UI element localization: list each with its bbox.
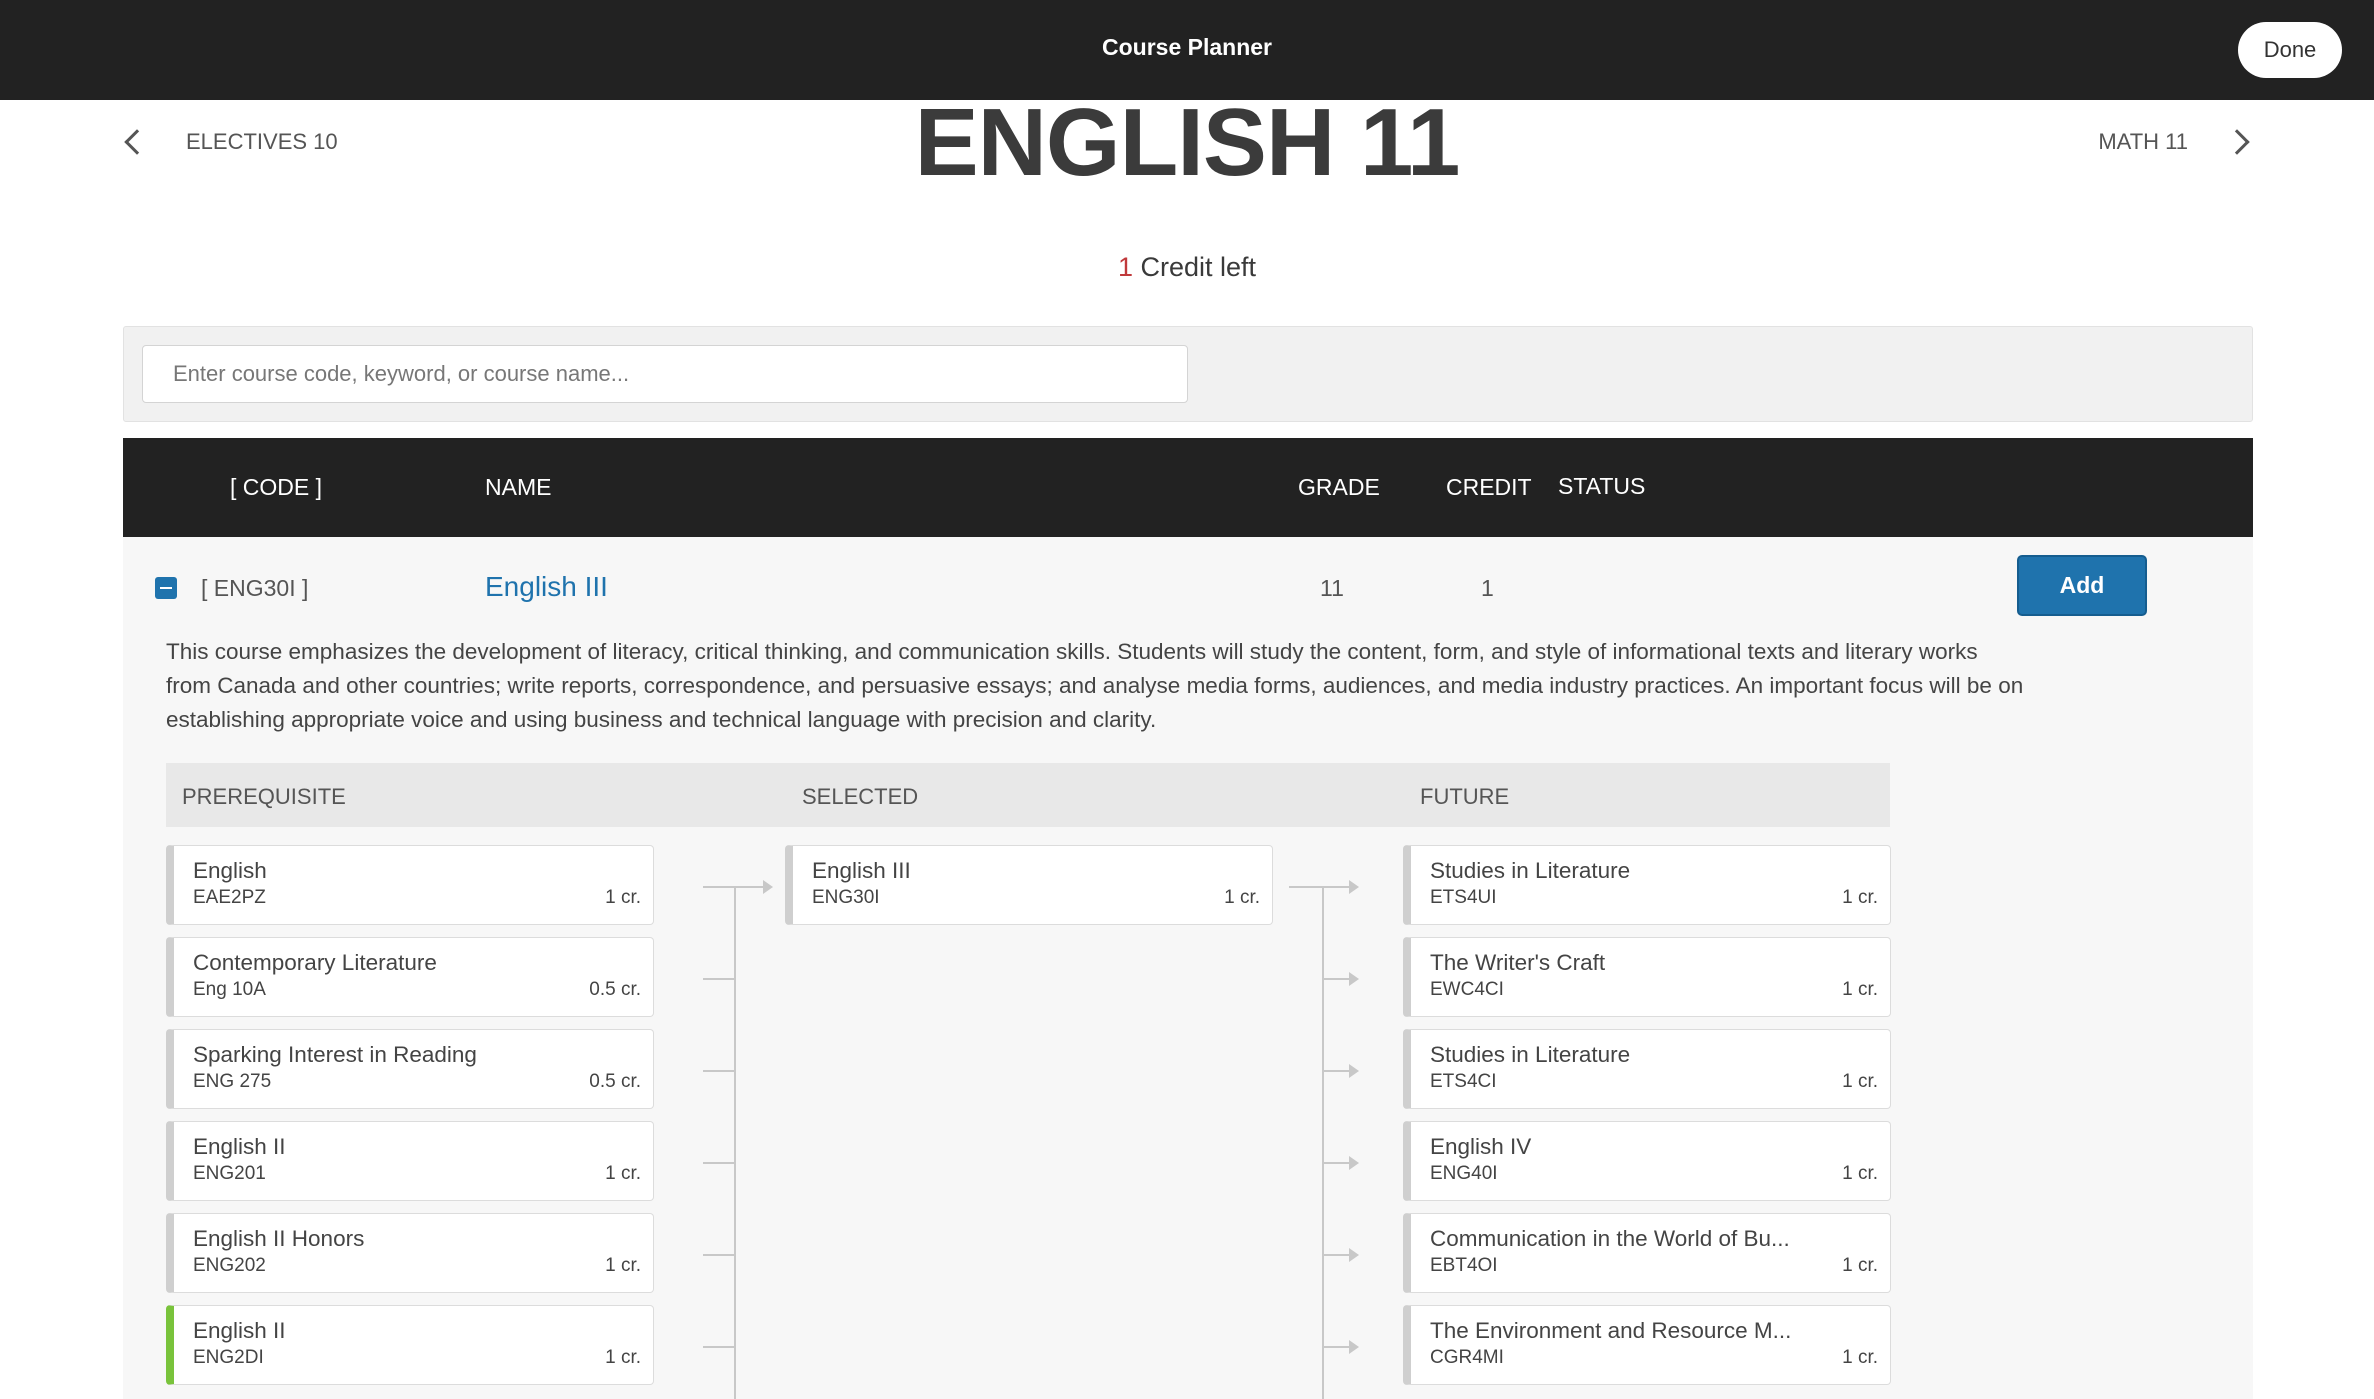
- course-card-name: Studies in Literature: [1430, 858, 1631, 883]
- course-card-credit: 1 cr.: [1842, 979, 1878, 1000]
- course-card-code: ENG2DI: [193, 1347, 264, 1368]
- course-card-credit: 1 cr.: [605, 1255, 641, 1276]
- course-card-credit: 1 cr.: [605, 1347, 641, 1368]
- column-header-code[interactable]: [ CODE ]: [230, 474, 322, 501]
- column-header-credit[interactable]: CREDIT: [1446, 474, 1532, 501]
- course-card[interactable]: The Writer's Craft EWC4CI 1 cr.: [1403, 937, 1891, 1017]
- course-card-code: EWC4CI: [1430, 979, 1504, 1000]
- table-header: [ CODE ] NAME GRADE CREDIT STATUS: [123, 438, 2253, 537]
- course-card[interactable]: Studies in Literature ETS4CI 1 cr.: [1403, 1029, 1891, 1109]
- arrow-icon: [1349, 1064, 1359, 1078]
- course-card-credit: 1 cr.: [605, 887, 641, 908]
- credits-count: 1: [1117, 252, 1133, 282]
- course-card-code: CGR4MI: [1430, 1347, 1504, 1368]
- course-card-credit: 1 cr.: [1842, 1163, 1878, 1184]
- course-search-input[interactable]: [142, 345, 1188, 403]
- page-title: ENGLISH 11: [914, 89, 1461, 196]
- top-bar: Course Planner Done: [0, 0, 2374, 100]
- course-card-name: Sparking Interest in Reading: [193, 1042, 477, 1067]
- course-card[interactable]: The Environment and Resource M... CGR4MI 1…: [1403, 1305, 1891, 1385]
- arrow-icon: [1349, 880, 1359, 894]
- course-card-credit: 1 cr.: [1842, 1347, 1878, 1368]
- course-card-code: ETS4UI: [1430, 887, 1497, 908]
- course-card-credit: 1 cr.: [1842, 1071, 1878, 1092]
- course-card[interactable]: Studies in Literature ETS4UI 1 cr.: [1403, 845, 1891, 925]
- column-header-status[interactable]: STATUS: [1558, 473, 1645, 500]
- course-card-name: Studies in Literature: [1430, 1042, 1631, 1067]
- next-subject-label: MATH 11: [2098, 129, 2188, 154]
- course-card-credit: 0.5 cr.: [589, 1071, 641, 1092]
- course-card-credit: 0.5 cr.: [589, 979, 641, 1000]
- column-header-name[interactable]: NAME: [485, 474, 551, 501]
- course-card[interactable]: English II Honors ENG202 1 cr.: [166, 1213, 654, 1293]
- course-card-code: EBT4OI: [1430, 1255, 1498, 1276]
- course-card-code: EAE2PZ: [193, 887, 266, 908]
- search-panel: [123, 326, 2253, 422]
- course-card-credit: 1 cr.: [605, 1163, 641, 1184]
- course-card-name: The Writer's Craft: [1430, 950, 1606, 975]
- course-card-name: Communication in the World of Bu...: [1430, 1226, 1790, 1251]
- course-card-name: English II: [193, 1318, 286, 1343]
- course-card-name: English: [193, 858, 267, 883]
- course-card[interactable]: Contemporary Literature Eng 10A 0.5 cr.: [166, 937, 654, 1017]
- arrow-icon: [1349, 972, 1359, 986]
- arrow-icon: [1349, 1340, 1359, 1354]
- course-card[interactable]: English II ENG201 1 cr.: [166, 1121, 654, 1201]
- course-card-code: ENG 275: [193, 1071, 272, 1092]
- next-subject-link[interactable]: MATH 11: [2098, 122, 2254, 162]
- course-card-code: ENG202: [193, 1255, 266, 1276]
- course-card-credit: 1 cr.: [1842, 1255, 1878, 1276]
- course-card-code: ETS4CI: [1430, 1071, 1497, 1092]
- app-title: Course Planner: [1102, 34, 1272, 60]
- course-card[interactable]: English III ENG30I 1 cr.: [785, 845, 1273, 925]
- course-card-code: ENG30I: [812, 887, 880, 908]
- arrow-icon: [1349, 1156, 1359, 1170]
- chevron-right-icon: [2224, 129, 2250, 155]
- course-card[interactable]: English II ENG2DI 1 cr.: [166, 1305, 654, 1385]
- course-card-name: Contemporary Literature: [193, 950, 437, 975]
- course-card-code: ENG201: [193, 1163, 266, 1184]
- arrow-icon: [763, 880, 773, 894]
- credits-label: Credit left: [1132, 252, 1257, 282]
- course-card-name: English II: [193, 1134, 286, 1159]
- course-card[interactable]: English IV ENG40I 1 cr.: [1403, 1121, 1891, 1201]
- course-card[interactable]: English EAE2PZ 1 cr.: [166, 845, 654, 925]
- table-row: [ ENG30I ] English III 11 1 Add This cou…: [123, 537, 2253, 1399]
- course-card-code: ENG40I: [1430, 1163, 1498, 1184]
- course-card-credit: 1 cr.: [1224, 887, 1260, 908]
- course-card-name: The Environment and Resource M...: [1430, 1318, 1792, 1343]
- course-card-name: English IV: [1430, 1134, 1532, 1159]
- course-card-name: English II Honors: [193, 1226, 365, 1251]
- course-card[interactable]: Sparking Interest in Reading ENG 275 0.5 c…: [166, 1029, 654, 1109]
- course-card[interactable]: Communication in the World of Bu... EBT4O…: [1403, 1213, 1891, 1293]
- arrow-icon: [1349, 1248, 1359, 1262]
- course-card-credit: 1 cr.: [1842, 887, 1878, 908]
- course-card-name: English III: [812, 858, 911, 883]
- course-card-code: Eng 10A: [193, 979, 266, 1000]
- column-header-grade[interactable]: GRADE: [1298, 474, 1380, 501]
- credits-remaining: 1 Credit left: [0, 252, 2374, 283]
- done-button[interactable]: Done: [2238, 22, 2342, 78]
